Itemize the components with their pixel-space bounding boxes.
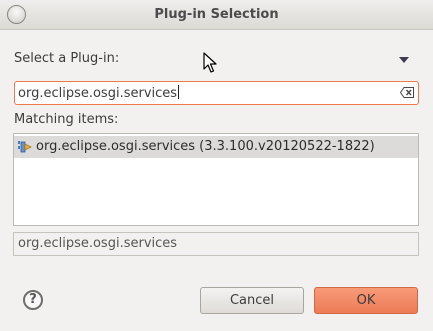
ok-button[interactable]: OK (314, 287, 418, 314)
list-item[interactable]: org.eclipse.osgi.services (3.3.100.v2012… (14, 136, 418, 158)
selected-plugin-status: org.eclipse.osgi.services (13, 232, 419, 256)
text-caret (178, 85, 180, 99)
mouse-pointer-icon (203, 52, 217, 73)
help-icon[interactable]: ? (23, 290, 43, 310)
search-input-text: org.eclipse.osgi.services (18, 85, 180, 101)
title-bar: Plug-in Selection (0, 0, 433, 30)
cancel-button[interactable]: Cancel (200, 287, 304, 314)
clear-text-icon[interactable] (400, 87, 414, 98)
plugin-icon (18, 141, 32, 153)
window-title: Plug-in Selection (154, 7, 279, 22)
matching-items-label: Matching items: (14, 112, 119, 127)
search-input[interactable]: org.eclipse.osgi.services (14, 81, 419, 105)
status-text: org.eclipse.osgi.services (18, 236, 178, 251)
list-item-label: org.eclipse.osgi.services (3.3.100.v2012… (36, 139, 375, 154)
view-menu-dropdown-icon[interactable] (399, 57, 409, 63)
select-plugin-label: Select a Plug-in: (14, 51, 120, 66)
matching-items-list[interactable]: org.eclipse.osgi.services (3.3.100.v2012… (13, 133, 419, 226)
